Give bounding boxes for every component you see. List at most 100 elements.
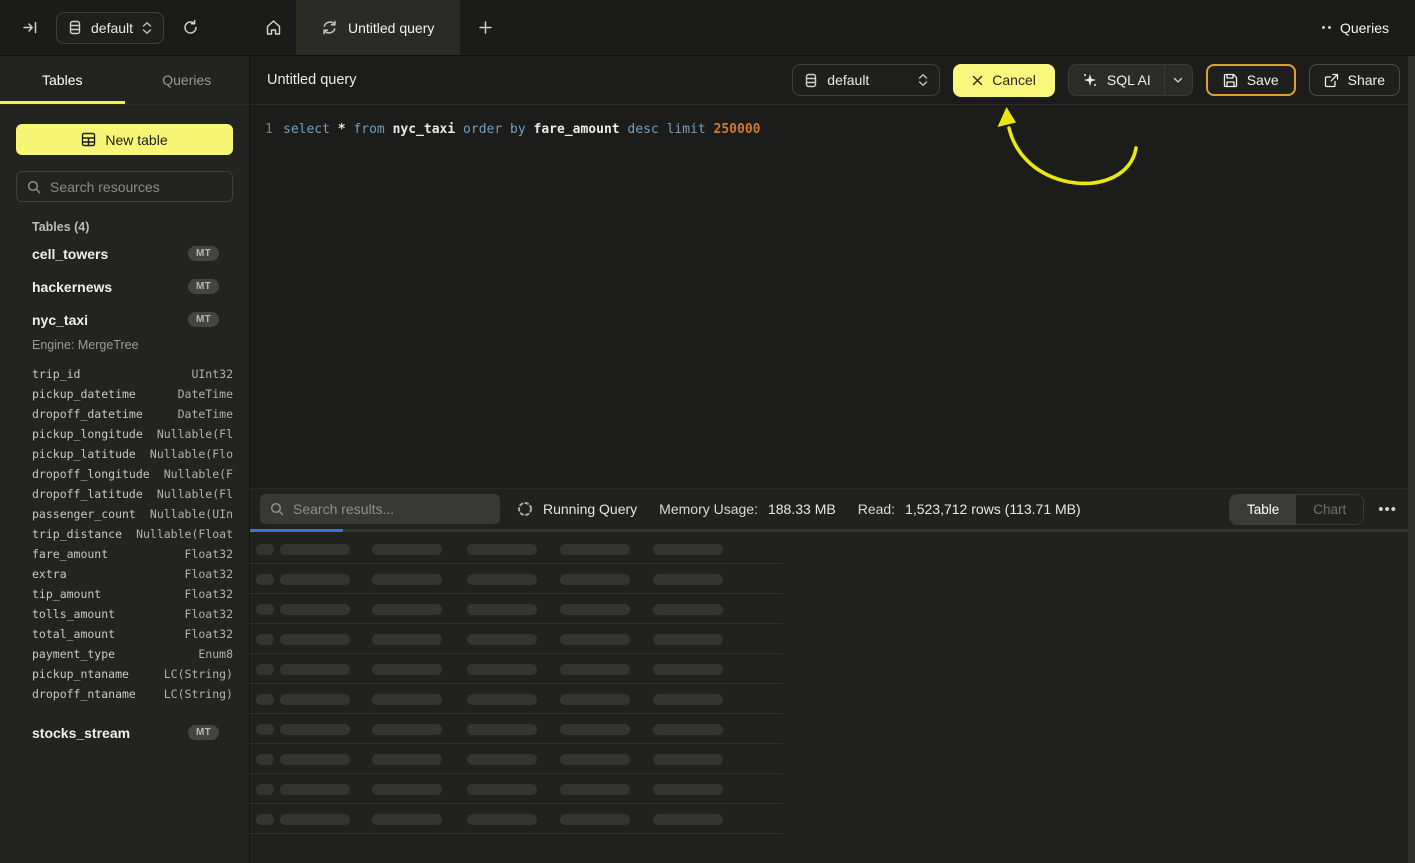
- memory-usage-stat: Memory Usage: 188.33 MB: [659, 501, 836, 517]
- collapse-sidebar-icon[interactable]: [18, 16, 42, 40]
- tab-untitled-query[interactable]: Untitled query: [296, 0, 460, 55]
- column-row-tolls_amount: tolls_amountFloat32: [32, 604, 233, 624]
- memory-usage-value: 188.33 MB: [768, 501, 836, 517]
- new-table-button[interactable]: New table: [16, 124, 233, 155]
- sidebar-table-hackernews[interactable]: hackernewsMT: [0, 270, 249, 303]
- column-type: LC(String): [164, 667, 233, 681]
- sidebar-table-cell_towers[interactable]: cell_towersMT: [0, 237, 249, 270]
- skeleton-row: [250, 594, 782, 624]
- column-name: trip_id: [32, 367, 80, 381]
- topbar-right: Queries: [1322, 0, 1415, 55]
- skeleton-pill: [653, 604, 723, 615]
- skeleton-pill: [653, 784, 723, 795]
- engine-label: Engine: MergeTree: [0, 336, 249, 358]
- skeleton-pill: [467, 604, 537, 615]
- skeleton-pill: [256, 754, 274, 765]
- refresh-icon[interactable]: [178, 16, 202, 40]
- skeleton-pill: [256, 574, 274, 585]
- column-row-pickup_ntaname: pickup_ntaname LC(String): [32, 664, 233, 684]
- share-button[interactable]: Share: [1309, 64, 1400, 96]
- sidebar-tab-queries[interactable]: Queries: [125, 56, 250, 104]
- column-name: extra: [32, 567, 67, 581]
- save-label: Save: [1247, 72, 1279, 88]
- skeleton-pill: [280, 694, 350, 705]
- save-button[interactable]: Save: [1206, 64, 1296, 96]
- skeleton-pill: [372, 754, 442, 765]
- skeleton-pill: [560, 544, 630, 555]
- share-icon: [1324, 73, 1339, 88]
- code-line: 1 select * from nyc_taxi order by fare_a…: [250, 105, 1408, 139]
- sidebar: Tables Queries New table Search resource…: [0, 56, 250, 863]
- skeleton-pill: [560, 724, 630, 735]
- search-resources-input[interactable]: Search resources: [16, 171, 233, 202]
- column-row-pickup_longitude: pickup_longitudeNullable(Fl: [32, 424, 233, 444]
- sql-ai-button[interactable]: SQL AI: [1069, 65, 1164, 95]
- skeleton-row: [250, 804, 782, 834]
- column-name: dropoff_ntaname: [32, 687, 136, 701]
- skeleton-pill: [653, 694, 723, 705]
- column-row-trip_id: trip_id UInt32: [32, 364, 233, 384]
- read-value: 1,523,712 rows (113.71 MB): [905, 501, 1081, 517]
- query-database-value: default: [827, 72, 869, 88]
- skeleton-row: [250, 744, 782, 774]
- skeleton-pill: [653, 754, 723, 765]
- database-selector[interactable]: default: [56, 12, 164, 44]
- vertical-scrollbar[interactable]: [1408, 56, 1415, 863]
- skeleton-pill: [467, 634, 537, 645]
- skeleton-pill: [256, 784, 274, 795]
- skeleton-pill: [256, 604, 274, 615]
- chevron-updown-icon: [918, 73, 928, 87]
- close-icon: [972, 75, 983, 86]
- view-toggle: Table Chart: [1229, 494, 1364, 525]
- sidebar-tab-tables[interactable]: Tables: [0, 56, 125, 104]
- column-name: trip_distance: [32, 527, 122, 541]
- skeleton-pill: [372, 604, 442, 615]
- column-row-passenger_count: passenger_countNullable(UIn: [32, 504, 233, 524]
- spinner-icon: [517, 501, 533, 517]
- more-options-button[interactable]: •••: [1374, 501, 1401, 518]
- sql-query-text: select * from nyc_taxi order by fare_amo…: [283, 120, 761, 139]
- view-toggle-chart[interactable]: Chart: [1296, 495, 1363, 524]
- skeleton-pill: [653, 634, 723, 645]
- new-table-label: New table: [105, 132, 167, 148]
- search-resources-placeholder: Search resources: [50, 179, 160, 195]
- search-results-placeholder: Search results...: [293, 501, 394, 517]
- search-icon: [270, 502, 284, 516]
- column-type: Float32: [185, 567, 233, 581]
- column-row-tip_amount: tip_amountFloat32: [32, 584, 233, 604]
- sidebar-table-nyc_taxi[interactable]: nyc_taxiMT: [0, 303, 249, 336]
- cancel-button[interactable]: Cancel: [953, 64, 1055, 97]
- queries-link[interactable]: Queries: [1340, 20, 1389, 36]
- skeleton-pill: [280, 574, 350, 585]
- skeleton-pill: [467, 784, 537, 795]
- sql-ai-dropdown[interactable]: [1164, 65, 1192, 95]
- skeleton-pill: [256, 664, 274, 675]
- save-icon: [1223, 73, 1238, 88]
- sidebar-table-stocks_stream[interactable]: stocks_streamMT: [0, 716, 249, 749]
- plus-icon: [479, 21, 492, 34]
- query-database-selector[interactable]: default: [792, 64, 940, 96]
- sql-editor[interactable]: 1 select * from nyc_taxi order by fare_a…: [250, 105, 1408, 488]
- column-type: Nullable(Flo: [150, 447, 233, 461]
- column-name: tolls_amount: [32, 607, 115, 621]
- skeleton-pill: [467, 754, 537, 765]
- skeleton-pill: [653, 814, 723, 825]
- skeleton-pill: [467, 694, 537, 705]
- home-button[interactable]: [250, 0, 296, 55]
- memory-usage-label: Memory Usage:: [659, 501, 758, 517]
- results-toolbar: Search results... Running Query Memory U…: [250, 489, 1415, 529]
- skeleton-pill: [372, 724, 442, 735]
- column-name: pickup_ntaname: [32, 667, 129, 681]
- tab-label: Untitled query: [348, 20, 434, 36]
- active-tab-underline: [0, 101, 125, 104]
- home-icon: [265, 19, 282, 36]
- results-panel: Search results... Running Query Memory U…: [250, 488, 1415, 863]
- column-type: UInt32: [191, 367, 233, 381]
- column-name: pickup_longitude: [32, 427, 143, 441]
- column-type: Nullable(Float: [136, 527, 233, 541]
- tables-section-label: Tables (4): [32, 220, 233, 234]
- view-toggle-table[interactable]: Table: [1230, 495, 1296, 524]
- column-row-dropoff_longitude: dropoff_longitudeNullable(F: [32, 464, 233, 484]
- search-results-input[interactable]: Search results...: [260, 494, 500, 524]
- new-tab-button[interactable]: [460, 0, 510, 55]
